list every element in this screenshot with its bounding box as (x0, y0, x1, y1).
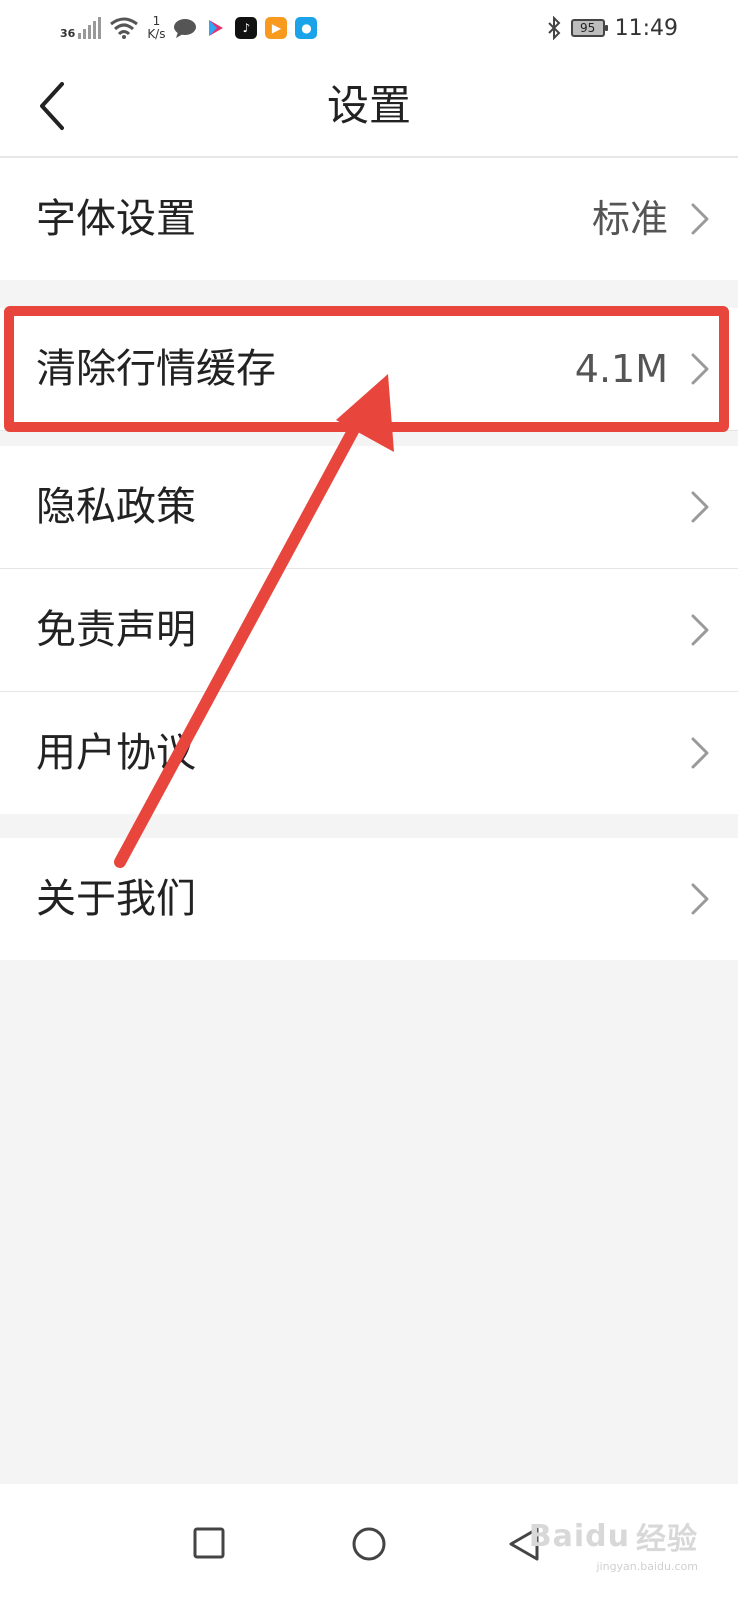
settings-row-label: 免责声明 (36, 607, 196, 653)
settings-row-disclaimer[interactable]: 免责声明 (0, 569, 738, 691)
signal-icon: 36 (60, 17, 102, 40)
recent-apps-icon[interactable] (190, 1524, 230, 1564)
settings-row-label: 关于我们 (36, 876, 196, 922)
battery-level: 95 (579, 21, 596, 35)
settings-row-value: 标准 (591, 197, 668, 241)
status-time: 11:49 (614, 15, 678, 41)
settings-row-font[interactable]: 字体设置 标准 (0, 158, 738, 280)
watermark-url: jingyan.baidu.com (596, 1560, 698, 1573)
bulb-icon: ● (295, 17, 318, 39)
video-icon: ▶ (265, 17, 288, 39)
page-title: 设置 (326, 81, 411, 130)
chevron-right-icon (691, 883, 709, 915)
settings-screen: 36 1 K/s ♪ ▶ ● 95 11:49 设置 字体设置 标准 清除行情缓… (0, 0, 738, 1600)
settings-row-about[interactable]: 关于我们 (0, 838, 738, 960)
settings-row-agreement[interactable]: 用户协议 (0, 692, 738, 814)
chevron-right-icon (691, 737, 709, 769)
annotation-highlight-box (4, 306, 729, 432)
system-nav-bar: Baidu 经验 jingyan.baidu.com (0, 1484, 738, 1600)
home-icon[interactable] (349, 1524, 389, 1564)
network-type: 36 (60, 27, 76, 40)
youku-icon (209, 20, 224, 36)
baidu-watermark: Baidu 经验 jingyan.baidu.com (528, 1514, 698, 1574)
status-right: 95 11:49 (547, 12, 678, 44)
watermark-suffix: 经验 (636, 1522, 698, 1557)
tiktok-icon: ♪ (235, 17, 258, 39)
chevron-right-icon (691, 614, 709, 646)
nav-bar: 设置 (0, 56, 738, 158)
watermark-brand: Baidu (528, 1518, 630, 1554)
chevron-right-icon (691, 203, 709, 235)
settings-row-label: 用户协议 (36, 730, 196, 776)
net-speed-unit: K/s (147, 27, 166, 41)
wifi-icon (110, 17, 139, 39)
status-left: 36 1 K/s ♪ ▶ ● (60, 12, 318, 44)
bluetooth-icon (547, 16, 561, 40)
battery-icon: 95 (570, 19, 608, 37)
settings-row-label: 隐私政策 (36, 484, 196, 530)
chevron-right-icon (691, 491, 709, 523)
net-speed: 1 K/s (147, 15, 165, 41)
settings-row-label: 字体设置 (36, 196, 196, 242)
status-bar: 36 1 K/s ♪ ▶ ● 95 11:49 (0, 0, 738, 56)
settings-row-privacy[interactable]: 隐私政策 (0, 446, 738, 568)
message-icon (174, 19, 197, 38)
